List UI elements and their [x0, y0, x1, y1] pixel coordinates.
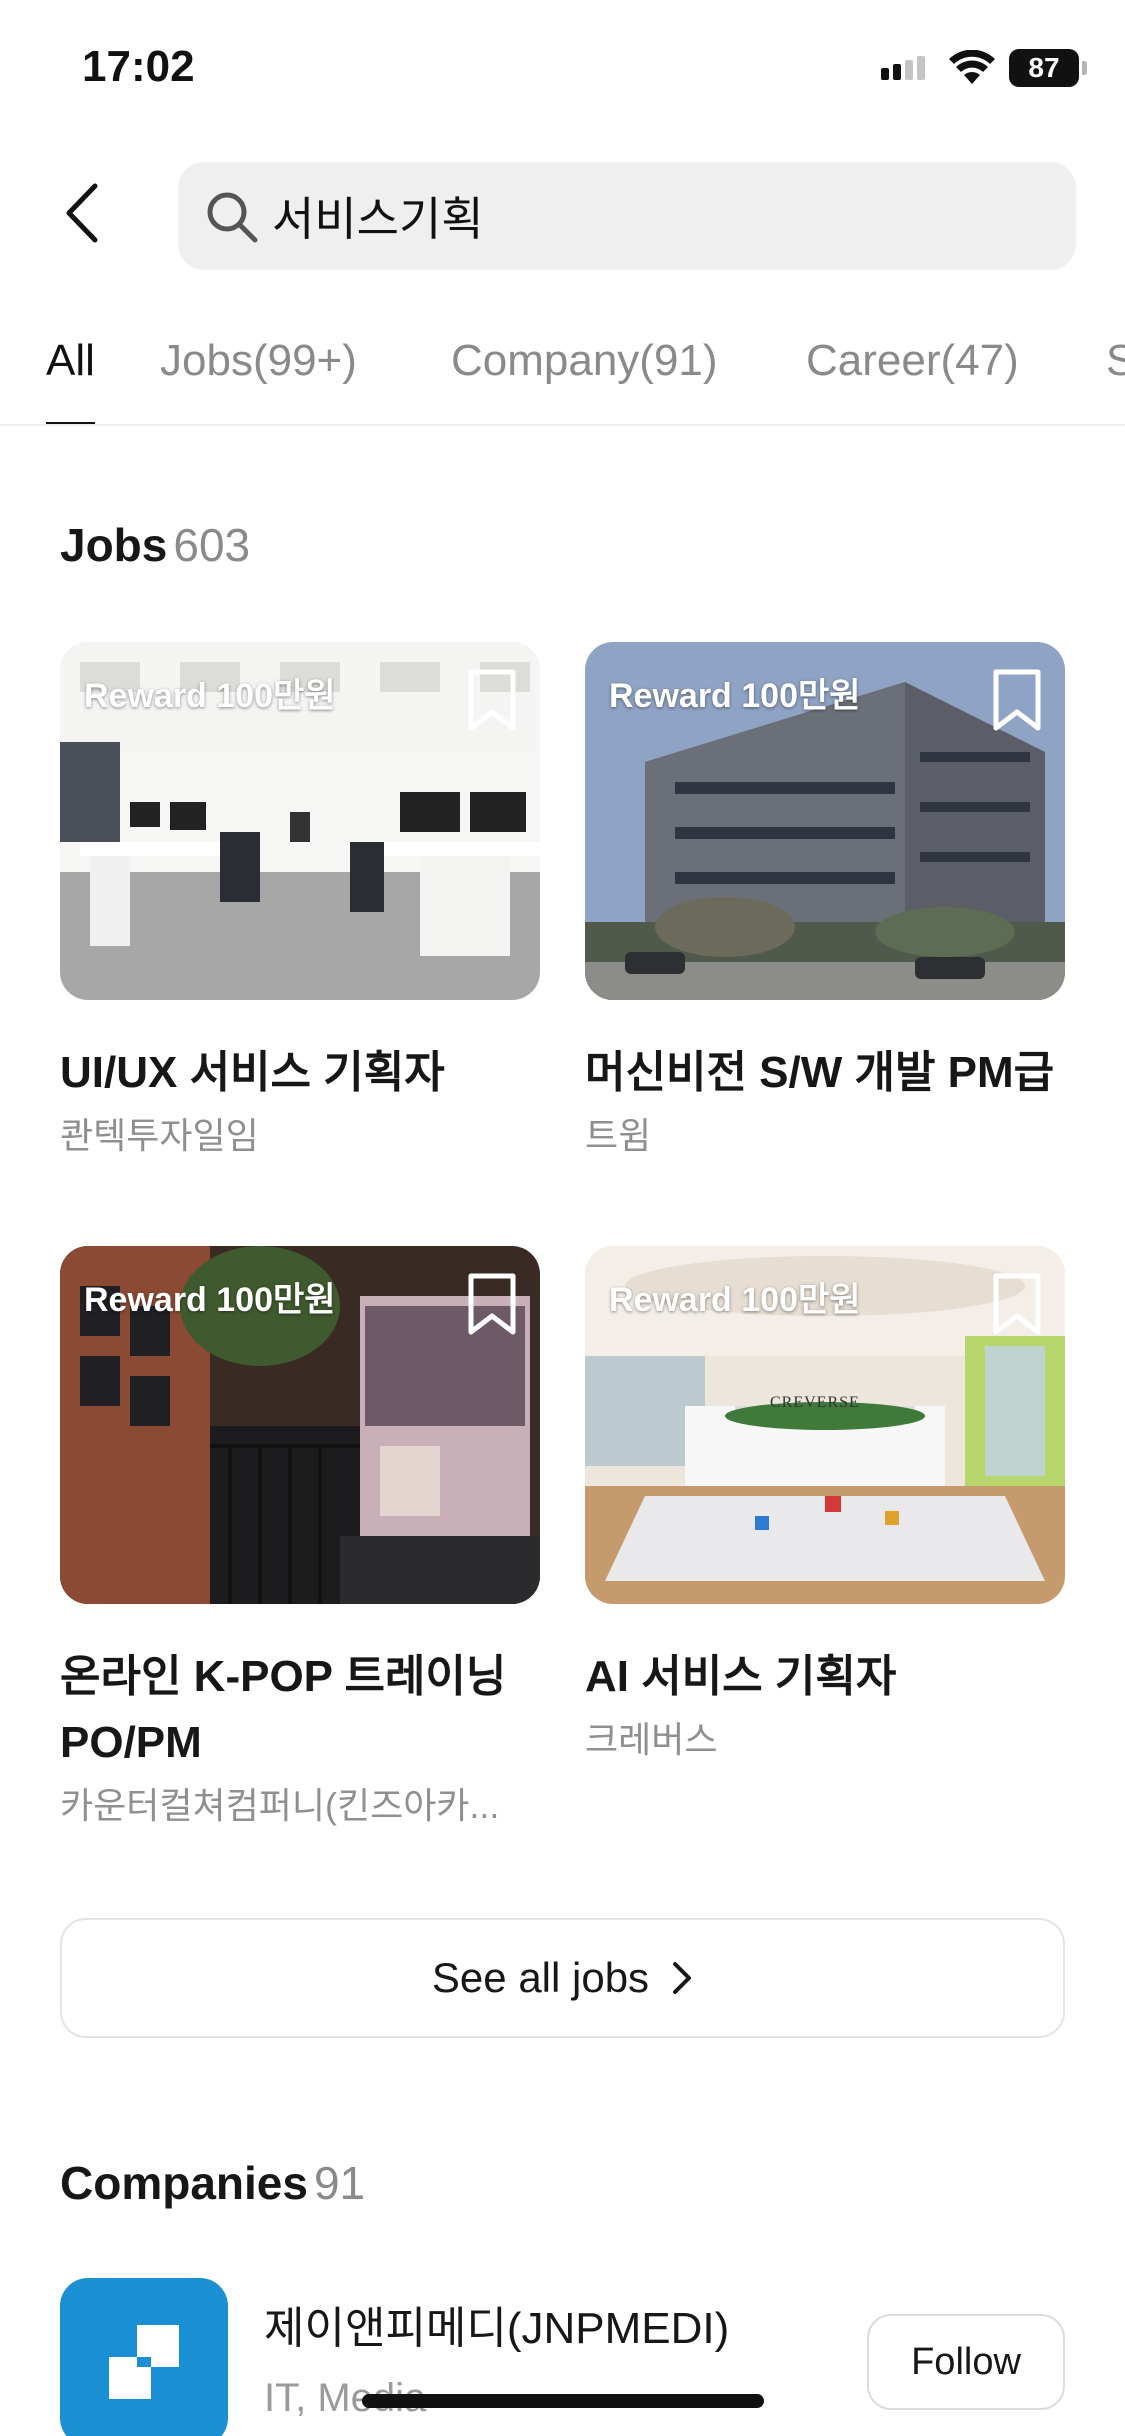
- office-sign: CREVERSE: [770, 1394, 860, 1411]
- job-company: 카운터컬쳐컴퍼니(킨즈아카...: [60, 1785, 500, 1826]
- job-title: 온라인 K-POP 트레이닝 PO/PM: [60, 1652, 507, 1767]
- see-all-jobs-button[interactable]: See all jobs: [60, 1918, 1065, 2038]
- jobs-count: 603: [173, 519, 251, 571]
- job-title: UI/UX 서비스 기획자: [60, 1048, 445, 1097]
- bookmark-icon[interactable]: [991, 668, 1043, 732]
- status-indicators: 87: [879, 48, 1087, 88]
- company-name: 제이앤피메디(JNPMEDI): [264, 2304, 730, 2353]
- home-indicator: [362, 2394, 764, 2408]
- tab-company[interactable]: Company(91): [451, 330, 718, 424]
- bookmark-icon[interactable]: [466, 1272, 518, 1336]
- jobs-title: Jobs: [60, 519, 168, 571]
- jobs-section-title: Jobs 603: [60, 518, 250, 572]
- bookmark-icon[interactable]: [466, 668, 518, 732]
- jnpmedi-logo-icon: [109, 2325, 179, 2399]
- reward-badge: Reward 100만원: [84, 677, 336, 715]
- follow-button[interactable]: Follow: [867, 2314, 1065, 2410]
- reward-badge: Reward 100만원: [609, 677, 861, 715]
- companies-section-title: Companies 91: [60, 2156, 365, 2210]
- job-image-lounge: CREVERSE Reward 100만원: [585, 1246, 1065, 1604]
- search-icon: [198, 183, 264, 249]
- tab-all[interactable]: All: [46, 330, 95, 424]
- battery-icon: 87: [1009, 49, 1087, 87]
- job-title: AI 서비스 기획자: [585, 1652, 897, 1701]
- companies-count: 91: [313, 2157, 366, 2209]
- job-card[interactable]: CREVERSE Reward 100만원 AI 서비스 기획자 크레버스: [585, 1246, 1065, 1768]
- reward-badge: Reward 100만원: [609, 1281, 861, 1319]
- job-company: 트윔: [585, 1115, 652, 1156]
- tab-career[interactable]: Career(47): [806, 330, 1019, 424]
- tab-jobs[interactable]: Jobs(99+): [160, 330, 357, 424]
- search-tabs: All Jobs(99+) Company(91) Career(47) S: [0, 330, 1125, 426]
- search-bar[interactable]: [178, 162, 1076, 270]
- tab-more[interactable]: S: [1106, 330, 1125, 424]
- chevron-right-icon: [673, 1962, 692, 1994]
- job-image-building: Reward 100만원: [585, 642, 1065, 1000]
- company-list-item[interactable]: 제이앤피메디(JNPMEDI) IT, Media Follow: [60, 2278, 1065, 2436]
- back-button[interactable]: [46, 168, 116, 258]
- company-logo: [60, 2278, 228, 2436]
- wifi-icon: [949, 50, 995, 84]
- companies-title: Companies: [60, 2157, 308, 2209]
- bookmark-icon[interactable]: [991, 1272, 1043, 1336]
- battery-level: 87: [1028, 52, 1060, 83]
- job-image-office: Reward 100만원: [60, 642, 540, 1000]
- signal-icon: [881, 56, 925, 80]
- status-bar: 17:02 87: [0, 0, 1125, 140]
- job-company: 콴텍투자일임: [60, 1115, 259, 1156]
- chevron-left-icon: [66, 183, 98, 243]
- reward-badge: Reward 100만원: [84, 1281, 336, 1319]
- job-title: 머신비전 S/W 개발 PM급: [585, 1048, 1055, 1097]
- job-card[interactable]: Reward 100만원 UI/UX 서비스 기획자 콴텍투자일임: [60, 642, 540, 1164]
- status-time: 17:02: [82, 42, 195, 91]
- job-company: 크레버스: [585, 1719, 718, 1760]
- search-input[interactable]: [272, 189, 1052, 243]
- job-card[interactable]: Reward 100만원 머신비전 S/W 개발 PM급 트윔: [585, 642, 1065, 1164]
- see-all-label: See all jobs: [431, 1954, 650, 2001]
- job-image-studio: Reward 100만원: [60, 1246, 540, 1604]
- job-card[interactable]: Reward 100만원 온라인 K-POP 트레이닝 PO/PM 카운터컬쳐컴…: [60, 1246, 540, 1834]
